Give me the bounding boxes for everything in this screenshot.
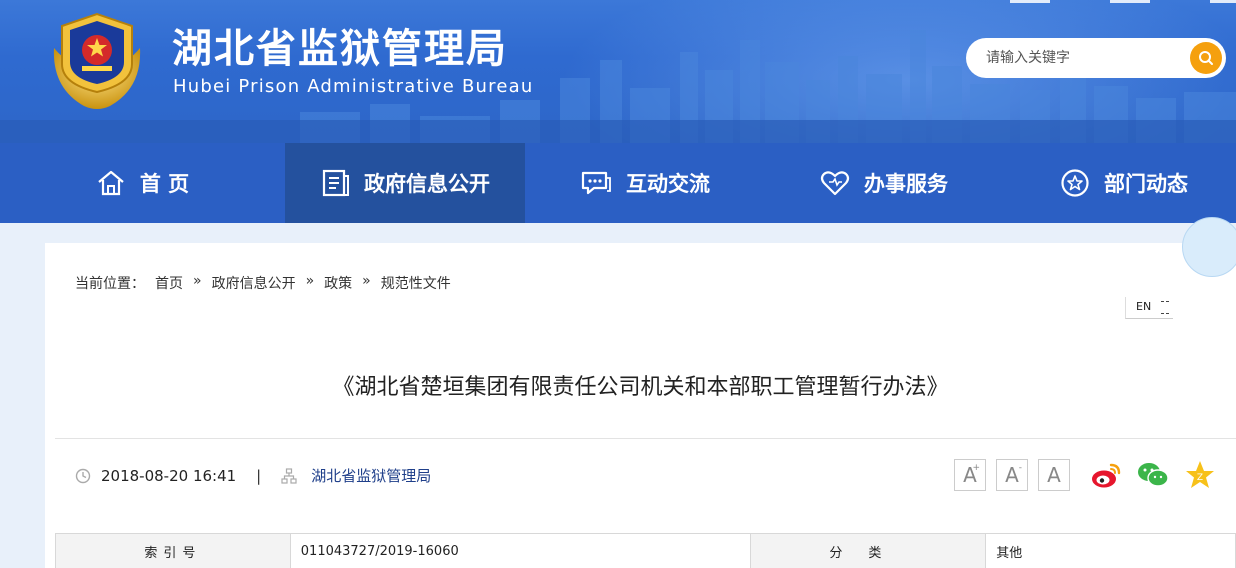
nav-label-gov-info: 政府信息公开 xyxy=(364,172,490,196)
nav-label-dept-news: 部门动态 xyxy=(1104,172,1188,196)
nav-label-interaction: 互动交流 xyxy=(626,172,710,196)
font-reset-label: A xyxy=(1047,463,1061,487)
search-box xyxy=(966,38,1226,78)
breadcrumb-separator: » xyxy=(305,273,315,289)
top-link-3[interactable] xyxy=(1210,0,1236,3)
org-chart-icon xyxy=(281,467,297,484)
top-link-2[interactable] xyxy=(1110,0,1150,3)
breadcrumb-separator: » xyxy=(193,273,202,289)
site-header: 湖北省监狱管理局 Hubei Prison Administrative Bur… xyxy=(0,0,1236,143)
index-number-label: 索引号 xyxy=(55,533,291,568)
meta-separator: | xyxy=(256,466,262,485)
language-label: EN xyxy=(1136,300,1152,313)
nav-item-home[interactable]: 首 页 xyxy=(0,143,285,223)
nav-label-home: 首 页 xyxy=(139,172,190,196)
police-emblem-icon xyxy=(53,12,141,109)
breadcrumb-home[interactable]: 首页 xyxy=(155,273,183,293)
index-number-value: 011043727/2019-16060 xyxy=(289,533,752,568)
nav-label-services: 办事服务 xyxy=(864,172,948,196)
content-panel: 当前位置： 首页 » 政府信息公开 » 政策 » 规范性文件 EN 《湖北省楚垣… xyxy=(45,243,1236,568)
wechat-icon[interactable] xyxy=(1136,458,1170,492)
font-decrease-label: A xyxy=(1005,463,1019,487)
document-icon xyxy=(322,169,349,197)
search-icon xyxy=(1199,51,1213,65)
top-link-1[interactable] xyxy=(1010,0,1050,3)
search-input[interactable] xyxy=(986,47,1176,69)
breadcrumb: 当前位置： 首页 » 政府信息公开 » 政策 » 规范性文件 xyxy=(75,273,461,293)
category-label: 分类 xyxy=(750,533,987,568)
breadcrumb-policy[interactable]: 政策 xyxy=(324,273,352,293)
article-meta: 2018-08-20 16:41 | 湖北省监狱管理局 xyxy=(75,465,431,486)
main-nav: 首 页 政府信息公开 互动交流 办事服务 部门动态 xyxy=(0,143,1236,223)
breadcrumb-normative-docs[interactable]: 规范性文件 xyxy=(381,273,451,293)
breadcrumb-separator: » xyxy=(362,273,371,289)
nav-item-interaction[interactable]: 互动交流 xyxy=(580,143,770,223)
category-value: 其他 xyxy=(985,533,1236,568)
share-bar: Z xyxy=(1089,458,1217,492)
svg-text:Z: Z xyxy=(1197,473,1203,483)
home-icon xyxy=(98,170,124,196)
top-links xyxy=(1010,0,1236,6)
clock-icon xyxy=(75,468,91,483)
star-icon xyxy=(1061,169,1089,197)
font-reset-button[interactable]: A xyxy=(1038,459,1070,491)
table-row: 索引号 011043727/2019-16060 分类 其他 xyxy=(55,533,1236,568)
nav-item-dept-news[interactable]: 部门动态 xyxy=(1060,143,1230,223)
article-title: 《湖北省楚垣集团有限责任公司机关和本部职工管理暂行办法》 xyxy=(332,375,949,400)
search-button[interactable] xyxy=(1190,42,1222,74)
font-decrease-button[interactable]: A- xyxy=(996,459,1028,491)
breadcrumb-gov-info[interactable]: 政府信息公开 xyxy=(212,273,296,293)
nav-item-gov-info[interactable]: 政府信息公开 xyxy=(285,143,525,223)
info-table: 索引号 011043727/2019-16060 分类 其他 xyxy=(55,533,1236,568)
side-float-button[interactable] xyxy=(1182,217,1236,277)
publish-date: 2018-08-20 16:41 xyxy=(101,466,237,485)
weibo-icon[interactable] xyxy=(1089,458,1123,492)
article-source: 湖北省监狱管理局 xyxy=(311,467,432,485)
favorite-star-icon[interactable]: Z xyxy=(1183,458,1217,492)
divider xyxy=(55,438,1236,439)
language-toggle[interactable]: EN xyxy=(1125,297,1173,319)
breadcrumb-prefix: 当前位置： xyxy=(75,276,145,292)
chat-icon xyxy=(581,171,611,195)
heart-icon xyxy=(820,171,850,196)
font-increase-button[interactable]: A + xyxy=(954,459,986,491)
nav-item-services[interactable]: 办事服务 xyxy=(820,143,1010,223)
site-subtitle: Hubei Prison Administrative Bureau xyxy=(173,76,534,97)
font-size-controls: A + A- A xyxy=(954,459,1070,491)
expand-icon xyxy=(1161,301,1169,314)
site-title: 湖北省监狱管理局 xyxy=(172,26,508,72)
